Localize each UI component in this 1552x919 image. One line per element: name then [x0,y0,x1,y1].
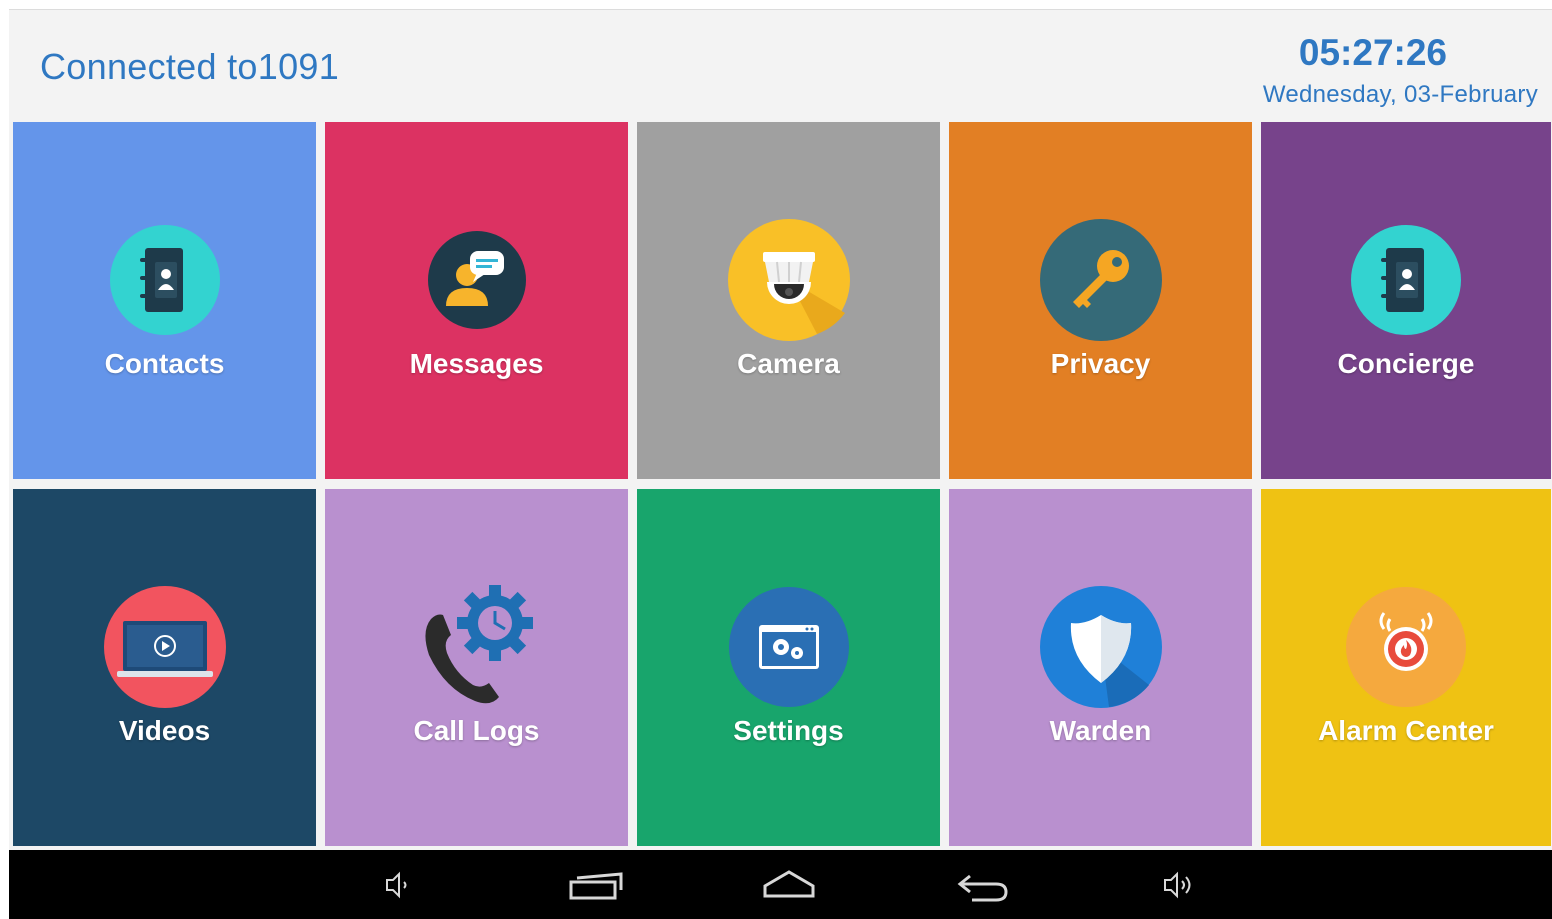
home-icon[interactable] [759,864,819,906]
tile-privacy[interactable]: Privacy [949,122,1252,479]
clock-time: 05:27:26 [1298,32,1447,73]
security-camera-icon [727,219,850,341]
tile-camera[interactable]: Camera [637,122,940,479]
chat-user-icon [427,231,526,329]
settings-window-icon [728,587,849,707]
tile-label: Warden [1049,715,1152,746]
home-screen: Connected to1091 05:27:26 Wednesday, 03-… [9,9,1552,919]
back-icon[interactable] [954,864,1014,906]
address-book-icon [1351,225,1461,335]
tile-messages[interactable]: Messages [325,122,628,479]
tile-concierge[interactable]: Concierge [1261,122,1551,479]
tile-label: Videos [118,715,211,746]
clock-date: Wednesday, 03-February [1262,81,1538,108]
tile-label: Camera [737,348,840,379]
tile-label: Concierge [1337,348,1475,379]
tile-settings[interactable]: Settings [637,489,940,846]
tile-videos[interactable]: Videos [13,489,316,846]
address-book-icon [109,225,220,335]
key-icon [1039,219,1162,341]
fire-alarm-icon [1346,587,1466,707]
volume-up-icon[interactable] [1149,864,1209,906]
tile-label: Alarm Center [1318,715,1494,746]
tile-label: Privacy [1050,348,1151,379]
tile-alarm-center[interactable]: Alarm Center [1261,489,1551,846]
tile-call-logs[interactable]: Call Logs [325,489,628,846]
video-laptop-icon [103,586,226,708]
recent-apps-icon[interactable] [565,864,625,906]
tile-warden[interactable]: Warden [949,489,1252,846]
phone-gear-icon [424,585,533,704]
tile-label: Settings [733,715,844,746]
system-nav-bar [9,850,1552,919]
connection-status: Connected to1091 [40,46,340,87]
app-grid: Contacts Messages Camera Privacy Concier… [13,122,1552,846]
tile-label: Contacts [104,348,225,379]
tile-contacts[interactable]: Contacts [13,122,316,479]
tile-label: Messages [409,348,544,379]
shield-icon [1039,586,1162,708]
tile-label: Call Logs [413,715,540,746]
volume-down-icon[interactable] [369,864,429,906]
